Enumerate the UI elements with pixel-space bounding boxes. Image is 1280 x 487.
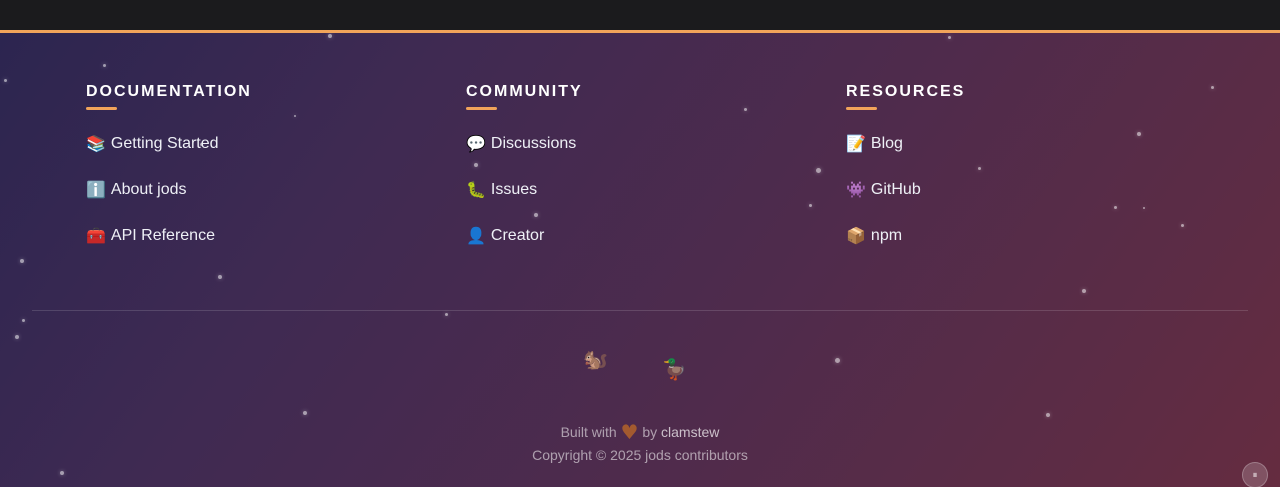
author-name: clamstew [661, 424, 720, 440]
footer-link-about[interactable]: ℹ️ About jods [86, 180, 187, 200]
star-decoration [1143, 207, 1145, 209]
memo-icon: 📝 [846, 134, 866, 153]
footer-link-npm[interactable]: 📦 npm [846, 226, 902, 246]
footer-column-documentation: DOCUMENTATION 📚 Getting Started ℹ️ About… [86, 83, 252, 272]
star-decoration [303, 411, 307, 415]
title-underline [466, 107, 497, 110]
star-decoration [15, 335, 19, 339]
link-label: Issues [490, 181, 538, 198]
user-icon: 👤 [466, 226, 486, 245]
link-label: Blog [870, 135, 903, 152]
star-decoration [103, 64, 106, 67]
star-decoration [1211, 86, 1214, 89]
star-decoration [744, 108, 747, 111]
star-decoration [328, 34, 332, 38]
footer-link-api-reference[interactable]: 🧰 API Reference [86, 226, 215, 246]
star-decoration [1181, 224, 1184, 227]
star-decoration [948, 36, 951, 39]
footer-link-blog[interactable]: 📝 Blog [846, 134, 903, 154]
package-icon: 📦 [846, 226, 866, 245]
star-decoration [4, 79, 7, 82]
star-decoration [294, 115, 296, 117]
site-footer: DOCUMENTATION 📚 Getting Started ℹ️ About… [0, 30, 1280, 487]
info-icon: ℹ️ [86, 180, 106, 199]
star-decoration [809, 204, 812, 207]
alien-monster-icon: 👾 [846, 180, 866, 199]
toolbox-icon: 🧰 [86, 226, 106, 245]
link-label: Getting Started [110, 135, 219, 152]
squirrel-icon: 🐿️ [583, 347, 608, 371]
star-decoration [1114, 206, 1117, 209]
by-text: by [642, 424, 658, 440]
link-label: API Reference [110, 227, 215, 244]
duck-icon: 🦆 [662, 357, 687, 381]
link-label: About jods [110, 181, 187, 198]
star-decoration [816, 168, 821, 173]
link-list: 📚 Getting Started ℹ️ About jods 🧰 API Re… [86, 134, 252, 272]
star-decoration [835, 358, 840, 363]
link-label: Discussions [490, 135, 577, 152]
pause-animation-button[interactable]: ⏸ [1242, 462, 1268, 487]
star-decoration [22, 319, 25, 322]
star-decoration [1137, 132, 1141, 136]
footer-column-title: COMMUNITY [466, 83, 583, 100]
footer-divider [32, 310, 1248, 311]
title-underline [846, 107, 877, 110]
star-decoration [978, 167, 981, 170]
link-list: 📝 Blog 👾 GitHub 📦 npm [846, 134, 965, 272]
books-icon: 📚 [86, 134, 106, 153]
copyright-text: Copyright © 2025 jods contributors [532, 447, 748, 463]
link-label: npm [870, 227, 903, 244]
star-decoration [1046, 413, 1050, 417]
footer-column-title: RESOURCES [846, 83, 966, 100]
link-label: GitHub [870, 181, 921, 198]
footer-link-getting-started[interactable]: 📚 Getting Started [86, 134, 219, 154]
footer-column-title: DOCUMENTATION [86, 83, 252, 100]
star-decoration [1082, 289, 1086, 293]
star-decoration [445, 313, 448, 316]
footer-link-creator[interactable]: 👤 Creator [466, 226, 544, 246]
footer-link-discussions[interactable]: 💬 Discussions [466, 134, 576, 154]
footer-column-community: COMMUNITY 💬 Discussions 🐛 Issues 👤 Creat… [466, 83, 583, 272]
pause-icon: ⏸ [1252, 469, 1258, 481]
star-decoration [218, 275, 222, 279]
link-list: 💬 Discussions 🐛 Issues 👤 Creator [466, 134, 583, 272]
speech-bubble-icon: 💬 [466, 134, 486, 153]
star-decoration [60, 471, 64, 475]
built-with-text: Built with [560, 424, 617, 440]
top-navbar-edge [0, 0, 1280, 30]
footer-link-github[interactable]: 👾 GitHub [846, 180, 921, 200]
title-underline [86, 107, 117, 110]
link-label: Creator [490, 227, 545, 244]
star-decoration [20, 259, 24, 263]
footer-column-resources: RESOURCES 📝 Blog 👾 GitHub 📦 npm [846, 83, 965, 272]
bug-icon: 🐛 [466, 180, 486, 199]
heart-icon: ♥ [620, 420, 639, 444]
built-with-credit: Built with ♥ by clamstew [0, 420, 1280, 444]
footer-link-issues[interactable]: 🐛 Issues [466, 180, 537, 200]
